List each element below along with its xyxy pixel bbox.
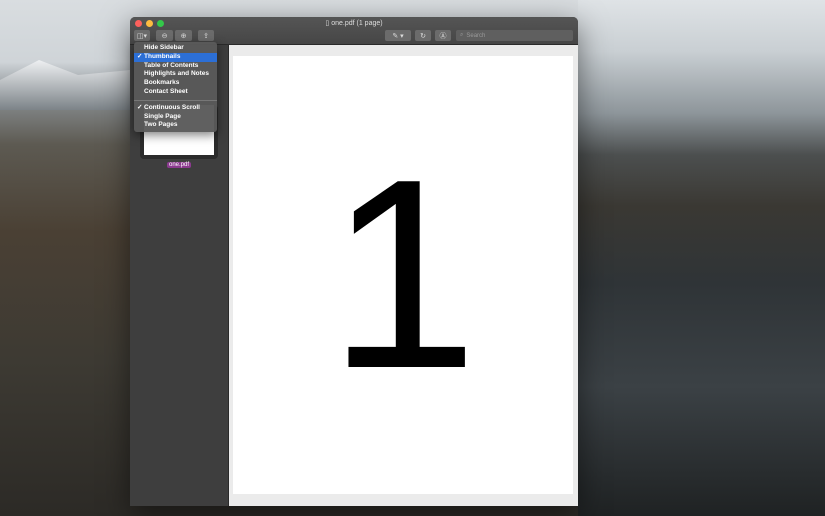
menu-item-two-pages[interactable]: Two Pages [134, 121, 217, 130]
zoom-in-button[interactable]: ⊕ [175, 30, 192, 41]
search-input[interactable]: ⌕ Search [456, 30, 573, 41]
menu-item-label: Thumbnails [144, 52, 181, 60]
menu-item-table-of-contents[interactable]: Table of Contents [134, 62, 217, 71]
menu-item-single-page[interactable]: Single Page [134, 113, 217, 122]
desktop-wallpaper-right [578, 0, 825, 516]
sidebar-view-button[interactable]: ◫▾ [134, 30, 150, 41]
markup-toolbar-icon: Ⓐ [439, 32, 447, 40]
checkmark-icon: ✓ [137, 103, 143, 111]
annotate-button[interactable]: Ⓐ [435, 30, 451, 41]
pen-icon: ✎ ▾ [392, 32, 404, 40]
menu-item-label: Highlights and Notes [144, 70, 209, 78]
zoom-out-button[interactable]: ⊖ [156, 30, 173, 41]
menu-item-highlights-and-notes[interactable]: Highlights and Notes [134, 70, 217, 79]
page-content: 1 [327, 124, 479, 425]
rotate-icon: ↻ [420, 32, 426, 40]
menu-item-label: Single Page [144, 112, 181, 120]
window-title-text: one.pdf (1 page) [331, 20, 383, 27]
checkmark-icon: ✓ [137, 52, 143, 60]
thumbnail-label: one.pdf [167, 162, 192, 168]
search-icon: ⌕ [460, 32, 464, 38]
sidebar-icon: ◫▾ [136, 32, 148, 40]
menu-item-label: Continuous Scroll [144, 103, 200, 111]
search-placeholder: Search [466, 32, 486, 39]
document-view: 1 [229, 45, 578, 506]
share-button[interactable]: ⇪ [198, 30, 214, 41]
menu-item-label: Two Pages [144, 121, 178, 129]
menu-item-label: Contact Sheet [144, 87, 188, 95]
menu-item-thumbnails[interactable]: ✓ Thumbnails [134, 52, 217, 62]
wallpaper-mountain [0, 60, 130, 110]
pdf-page: 1 [233, 56, 573, 494]
menu-item-continuous-scroll[interactable]: ✓ Continuous Scroll [134, 104, 217, 113]
menu-separator [134, 99, 217, 101]
sidebar-view-menu: Hide Sidebar ✓ Thumbnails Table of Conten… [134, 42, 217, 132]
menu-item-contact-sheet[interactable]: Contact Sheet [134, 88, 217, 97]
zoom-out-icon: ⊖ [161, 32, 168, 40]
title-bar: ▯ one.pdf (1 page) ◫▾ ⊖ ⊕ ⇪ ✎ ▾ ↻ Ⓐ ⌕ Sea… [130, 17, 578, 45]
share-icon: ⇪ [203, 32, 209, 40]
menu-item-label: Table of Contents [144, 61, 199, 69]
window-title: ▯ one.pdf (1 page) [130, 19, 578, 27]
menu-item-label: Hide Sidebar [144, 44, 184, 51]
menu-item-hide-sidebar[interactable]: Hide Sidebar [134, 44, 217, 53]
zoom-in-icon: ⊕ [180, 32, 187, 40]
rotate-button[interactable]: ↻ [415, 30, 431, 41]
markup-button[interactable]: ✎ ▾ [385, 30, 411, 41]
menu-item-bookmarks[interactable]: Bookmarks [134, 79, 217, 88]
menu-item-label: Bookmarks [144, 79, 180, 87]
